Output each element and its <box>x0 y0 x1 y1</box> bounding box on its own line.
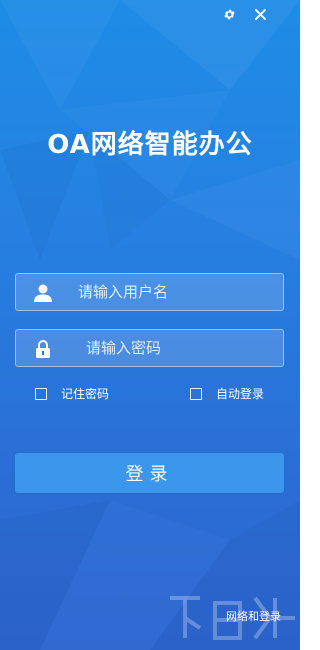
login-window: OA网络智能办公 记住密码 自动登录 登录 网络和登录 <box>0 0 300 650</box>
remember-password-label: 记住密码 <box>61 387 110 401</box>
lock-icon <box>36 340 50 358</box>
login-button[interactable]: 登录 <box>15 453 284 493</box>
user-icon <box>34 284 52 302</box>
watermark-text: 网络和登录 <box>226 610 281 623</box>
close-button[interactable] <box>252 6 268 22</box>
gear-icon <box>223 9 235 19</box>
close-icon <box>254 8 266 20</box>
remember-password-checkbox[interactable] <box>35 387 47 400</box>
app-title: OA网络智能办公 <box>47 130 253 160</box>
settings-button[interactable] <box>221 6 237 22</box>
password-input[interactable] <box>86 330 286 366</box>
username-field[interactable] <box>15 273 284 311</box>
auto-login-checkbox[interactable] <box>190 387 202 400</box>
password-field[interactable] <box>15 329 286 367</box>
background-pattern <box>0 0 300 260</box>
username-input[interactable] <box>78 274 278 310</box>
auto-login-label: 自动登录 <box>216 387 265 401</box>
remember-password-option[interactable]: 记住密码 <box>35 385 109 402</box>
auto-login-option[interactable]: 自动登录 <box>190 385 264 402</box>
